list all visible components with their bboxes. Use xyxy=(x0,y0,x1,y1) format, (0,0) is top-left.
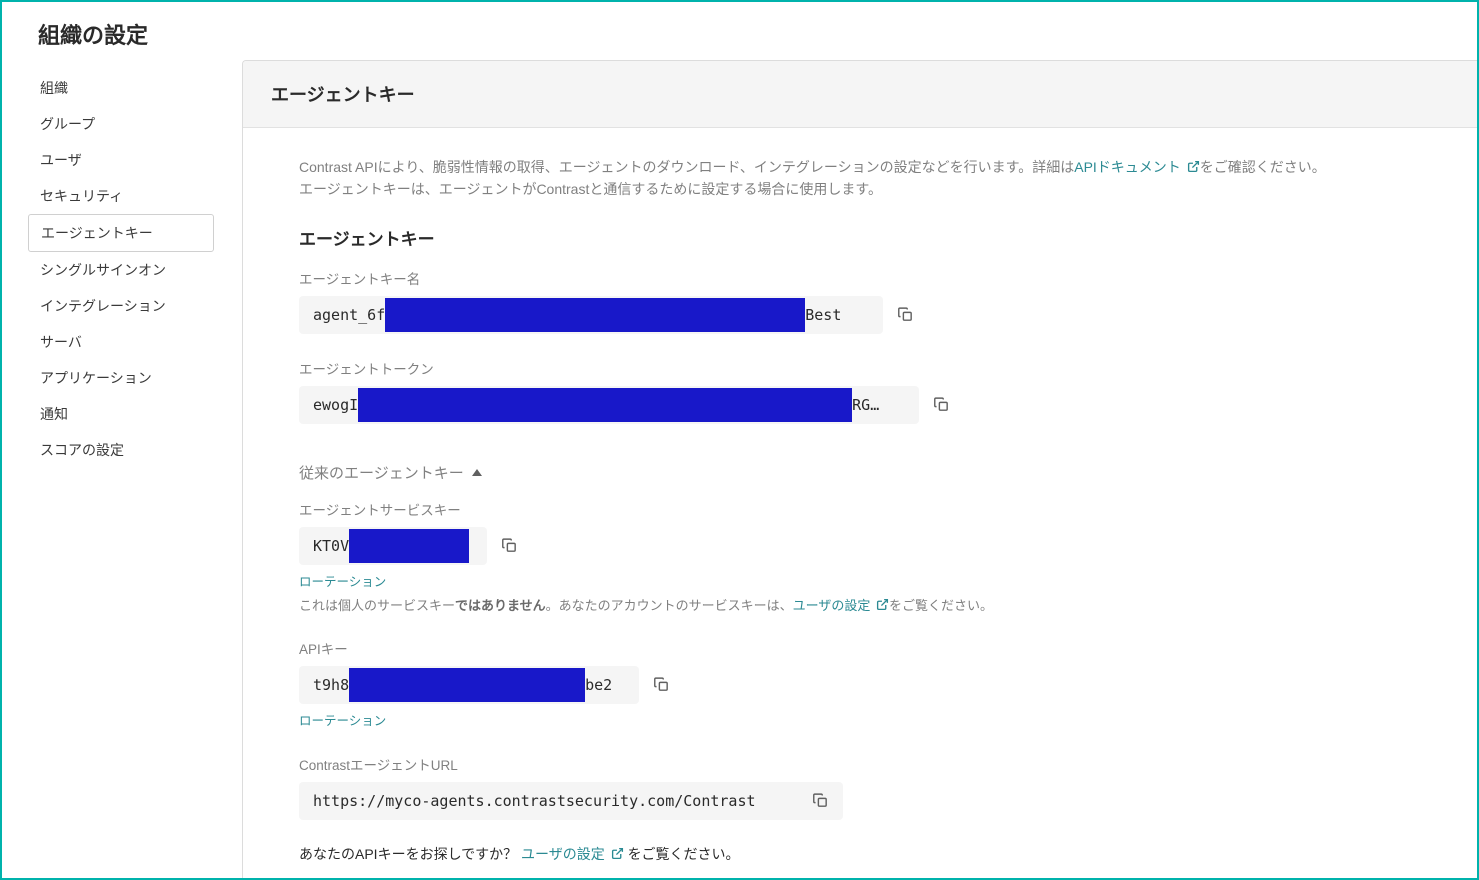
chevron-up-icon xyxy=(472,469,482,476)
user-settings-link[interactable]: ユーザの設定 xyxy=(793,598,889,613)
copy-icon[interactable] xyxy=(933,396,950,413)
rotate-service-key-link[interactable]: ローテーション xyxy=(299,571,386,590)
api-key-label: APIキー xyxy=(299,638,1423,658)
external-link-icon xyxy=(611,847,624,860)
copy-icon[interactable] xyxy=(897,306,914,323)
sidebar-item-sso[interactable]: シングルサインオン xyxy=(28,252,214,288)
sidebar-item-applications[interactable]: アプリケーション xyxy=(28,360,214,396)
main-content: Contrast APIにより、脆弱性情報の取得、エージェントのダウンロード、イ… xyxy=(243,128,1477,878)
external-link-icon xyxy=(1187,160,1200,173)
copy-icon[interactable] xyxy=(653,676,670,693)
api-key-value: t9h8be2 xyxy=(299,666,639,704)
intro-line1-a: Contrast APIにより、脆弱性情報の取得、エージェントのダウンロード、イ… xyxy=(299,159,1074,175)
agent-key-name-group: エージェントキー名 agent_6fBest xyxy=(299,268,1423,334)
sidebar-item-integrations[interactable]: インテグレーション xyxy=(28,288,214,324)
intro-line2: エージェントキーは、エージェントがContrastと通信するために設定する場合に… xyxy=(299,181,882,197)
agent-key-name-label: エージェントキー名 xyxy=(299,268,1423,288)
agent-url-group: ContrastエージェントURL https://myco-agents.co… xyxy=(299,754,1423,820)
service-key-label: エージェントサービスキー xyxy=(299,499,1423,519)
sidebar-item-security[interactable]: セキュリティ xyxy=(28,178,214,214)
agent-keys-section-title: エージェントキー xyxy=(299,225,1423,250)
redaction xyxy=(349,529,469,563)
api-doc-link[interactable]: APIドキュメント xyxy=(1074,159,1199,175)
intro-line1-b: をご確認ください。 xyxy=(1200,159,1326,175)
external-link-icon xyxy=(876,598,889,611)
agent-token-label: エージェントトークン xyxy=(299,358,1423,378)
main-header: エージェントキー xyxy=(243,61,1477,128)
agent-token-value: ewogIRG… xyxy=(299,386,919,424)
main-panel: エージェントキー Contrast APIにより、脆弱性情報の取得、エージェント… xyxy=(242,60,1477,878)
intro-text: Contrast APIにより、脆弱性情報の取得、エージェントのダウンロード、イ… xyxy=(299,156,1423,201)
rotate-api-key-link[interactable]: ローテーション xyxy=(299,710,386,729)
service-key-value: KT0V xyxy=(299,527,487,565)
api-key-group: APIキー t9h8be2 ローテーション xyxy=(299,638,1423,730)
page-title: 組織の設定 xyxy=(2,2,1477,60)
sidebar: 組織 グループ ユーザ セキュリティ エージェントキー シングルサインオン イン… xyxy=(2,60,242,878)
agent-token-group: エージェントトークン ewogIRG… xyxy=(299,358,1423,424)
sidebar-item-servers[interactable]: サーバ xyxy=(28,324,214,360)
service-key-group: エージェントサービスキー KT0V ローテーション これは個人のサービスキーでは… xyxy=(299,499,1423,614)
sidebar-item-groups[interactable]: グループ xyxy=(28,106,214,142)
sidebar-item-org[interactable]: 組織 xyxy=(28,70,214,106)
agent-key-name-value: agent_6fBest xyxy=(299,296,883,334)
redaction xyxy=(358,388,852,422)
service-key-help: これは個人のサービスキーではありません。あなたのアカウントのサービスキーは、ユー… xyxy=(299,595,1423,614)
redaction xyxy=(385,298,805,332)
copy-icon[interactable] xyxy=(501,537,518,554)
copy-icon[interactable] xyxy=(812,792,829,809)
redaction xyxy=(349,668,585,702)
agent-url-label: ContrastエージェントURL xyxy=(299,754,1423,774)
footer-note: あなたのAPIキーをお探しですか？ ユーザの設定 をご覧ください。 xyxy=(299,844,1423,864)
user-settings-link[interactable]: ユーザの設定 xyxy=(521,846,624,862)
agent-url-value: https://myco-agents.contrastsecurity.com… xyxy=(299,782,843,820)
sidebar-item-notifications[interactable]: 通知 xyxy=(28,396,214,432)
sidebar-item-score[interactable]: スコアの設定 xyxy=(28,432,214,468)
legacy-keys-toggle[interactable]: 従来のエージェントキー xyxy=(299,462,1423,483)
sidebar-item-users[interactable]: ユーザ xyxy=(28,142,214,178)
sidebar-item-agent-keys[interactable]: エージェントキー xyxy=(28,214,214,252)
